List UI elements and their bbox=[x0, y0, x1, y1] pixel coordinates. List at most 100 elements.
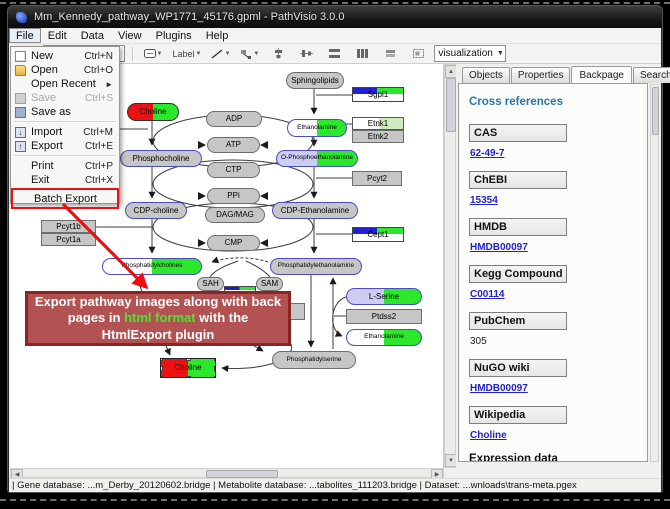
selection-handle[interactable] bbox=[160, 366, 163, 371]
stack-button[interactable] bbox=[378, 45, 402, 63]
file-menu-item-open-recent[interactable]: Open Recent► bbox=[11, 77, 119, 91]
pathway-node-sam[interactable]: SAM bbox=[256, 277, 283, 291]
sidepanel-scroll-thumb[interactable] bbox=[652, 87, 659, 135]
tab-objects[interactable]: Objects bbox=[462, 67, 510, 83]
menubar-item-view[interactable]: View bbox=[111, 28, 149, 43]
pathway-node-ptdss2[interactable]: Ptdss2 bbox=[346, 309, 422, 324]
tab-search[interactable]: Search bbox=[633, 67, 670, 83]
xref-value-link[interactable]: HMDB00097 bbox=[470, 383, 637, 394]
hscroll-thumb[interactable] bbox=[206, 470, 278, 478]
distribute-vertical-button[interactable] bbox=[350, 45, 374, 63]
line-tool-button[interactable]: ▼ bbox=[208, 45, 233, 63]
xref-value-link[interactable]: 15354 bbox=[470, 195, 637, 206]
node-label: Etnk1 bbox=[368, 120, 388, 128]
menubar-item-help[interactable]: Help bbox=[199, 28, 236, 43]
menubar-item-plugins[interactable]: Plugins bbox=[149, 28, 199, 43]
pathway-node-choline[interactable]: Choline bbox=[127, 103, 179, 121]
menu-item-label: New bbox=[31, 50, 79, 62]
node-label: CTP bbox=[226, 166, 242, 174]
title-bar[interactable]: Mm_Kennedy_pathway_WP1771_45176.gpml - P… bbox=[8, 6, 662, 28]
pathway-node-ethanolamine[interactable]: Ethanolamine bbox=[346, 329, 422, 346]
group-button[interactable] bbox=[406, 45, 430, 63]
selection-handle[interactable] bbox=[186, 376, 191, 378]
tab-properties[interactable]: Properties bbox=[511, 67, 571, 83]
selection-handle[interactable] bbox=[160, 358, 163, 361]
pathway-node-phosphatidylserine[interactable]: Phosphatidylserine bbox=[272, 351, 356, 369]
menubar-item-edit[interactable]: Edit bbox=[41, 28, 74, 43]
pathway-node-etnk2[interactable]: Etnk2 bbox=[352, 130, 404, 143]
canvas-vscrollbar[interactable]: ▲ ▼ bbox=[444, 64, 456, 468]
pathway-node-o-phosphoethanolamine[interactable]: O-Phosphoethanolamine bbox=[276, 150, 358, 167]
pathway-node-cdp-choline[interactable]: CDP-choline bbox=[125, 202, 187, 219]
datanode-tool-button[interactable]: ▼ bbox=[141, 45, 166, 63]
label-tool-button[interactable]: Label▼ bbox=[169, 45, 204, 63]
menu-item-shortcut: Ctrl+O bbox=[84, 65, 113, 76]
tab-backpage[interactable]: Backpage bbox=[571, 66, 631, 84]
xref-value-link[interactable]: Choline bbox=[470, 430, 637, 441]
status-text: | Gene database: ...m_Derby_20120602.bri… bbox=[12, 480, 577, 491]
menubar-item-data[interactable]: Data bbox=[74, 28, 111, 43]
pathway-node-cept1[interactable]: Cept1 bbox=[352, 227, 404, 242]
file-menu-item-save-as[interactable]: Save as bbox=[11, 105, 119, 119]
menubar-item-file[interactable]: File bbox=[9, 28, 41, 43]
node-label: CDP-choline bbox=[134, 207, 179, 215]
pathway-node-pcyt1b[interactable]: Pcyt1b bbox=[41, 220, 96, 233]
selection-handle[interactable] bbox=[186, 358, 191, 361]
selection-handle[interactable] bbox=[214, 358, 216, 361]
xref-value-link[interactable]: HMDB00097 bbox=[470, 242, 637, 253]
pathway-node-sah[interactable]: SAH bbox=[197, 277, 224, 291]
menu-item-label: Open bbox=[31, 64, 79, 76]
backpage-panel: Cross references CAS62-49-7ChEBI15354HMD… bbox=[458, 83, 648, 462]
canvas-hscrollbar[interactable]: ◀ ▶ bbox=[10, 468, 444, 478]
xref-value-link[interactable]: C00114 bbox=[470, 289, 637, 300]
menu-item-shortcut: Ctrl+P bbox=[85, 161, 113, 172]
selection-handle[interactable] bbox=[160, 376, 163, 378]
pathway-node-ctp[interactable]: CTP bbox=[207, 162, 260, 178]
pathway-node-ppi[interactable]: PPi bbox=[207, 188, 260, 204]
sidepanel-vscrollbar[interactable] bbox=[650, 84, 659, 462]
node-label: ATP bbox=[226, 141, 241, 149]
selection-handle[interactable] bbox=[214, 366, 216, 371]
file-menu-item-exit[interactable]: ExitCtrl+X bbox=[11, 173, 119, 187]
pathway-node-pcyt2[interactable]: Pcyt2 bbox=[352, 171, 402, 186]
pathway-node-adp[interactable]: ADP bbox=[206, 111, 262, 127]
pathway-node-atp[interactable]: ATP bbox=[207, 137, 260, 153]
node-label: Pcyt2 bbox=[367, 175, 387, 183]
file-menu-item-batch-export[interactable]: Batch Export bbox=[11, 188, 119, 209]
pathway-node-dag-mag[interactable]: DAG/MAG bbox=[205, 207, 265, 223]
node-label: Phosphatidylserine bbox=[287, 357, 342, 364]
pathway-node-phosphatidylcholines[interactable]: Phosphatidylcholines bbox=[102, 258, 202, 275]
file-menu-item-open[interactable]: Open Ctrl+O bbox=[11, 63, 119, 77]
distribute-horizontal-button[interactable] bbox=[322, 45, 346, 63]
align-middle-button[interactable] bbox=[294, 45, 318, 63]
align-center-button[interactable] bbox=[266, 45, 290, 63]
pathway-node-phosphocholine[interactable]: Phosphocholine bbox=[120, 150, 202, 167]
bottom-crop-dash bbox=[0, 499, 670, 501]
file-menu-item-print[interactable]: PrintCtrl+P bbox=[11, 159, 119, 173]
visualization-combobox[interactable]: visualization▼ bbox=[434, 45, 506, 62]
pathway-node-cdp-ethanolamine[interactable]: CDP-Ethanolamine bbox=[272, 202, 358, 219]
file-menu-item-export[interactable]: ↑ExportCtrl+E bbox=[11, 139, 119, 153]
selection-handle[interactable] bbox=[214, 376, 216, 378]
pathway-node-l-serine[interactable]: L-Serine bbox=[346, 288, 422, 305]
pathway-node-pcyt1a[interactable]: Pcyt1a bbox=[41, 233, 96, 246]
vscroll-thumb[interactable] bbox=[446, 78, 456, 132]
file-menu-item-save[interactable]: SaveCtrl+S bbox=[11, 91, 119, 105]
node-label: PPi bbox=[227, 192, 239, 200]
pathway-node-sphingolipids[interactable]: Sphingolipids bbox=[286, 72, 344, 89]
pathway-node-choline[interactable]: Choline bbox=[160, 358, 216, 378]
shape-tool-button[interactable]: ▼ bbox=[237, 45, 262, 63]
pathway-node-ethanolamine[interactable]: Ethanolamine bbox=[287, 119, 347, 137]
side-panel-tabs: ObjectsPropertiesBackpageSearchLegend bbox=[462, 66, 670, 83]
pathway-node-cmp[interactable]: CMP bbox=[207, 235, 260, 251]
pathway-node-etnk1[interactable]: Etnk1 bbox=[352, 117, 404, 130]
xref-title-kegg-compound: Kegg Compound bbox=[469, 265, 567, 283]
xref-title-nugo-wiki: NuGO wiki bbox=[469, 359, 567, 377]
xref-value-link[interactable]: 62-49-7 bbox=[470, 148, 637, 159]
file-menu-item-new[interactable]: NewCtrl+N bbox=[11, 49, 119, 63]
pathway-node-phosphatidylethanolamine[interactable]: Phosphatidylethanolamine bbox=[270, 258, 362, 275]
pathway-node-sgpl1[interactable]: Sgpl1 bbox=[352, 87, 404, 102]
cross-reference-sections: CAS62-49-7ChEBI15354HMDBHMDB00097Kegg Co… bbox=[469, 124, 637, 441]
node-label: Ptdss2 bbox=[372, 313, 396, 321]
file-menu-item-import[interactable]: ↓ImportCtrl+M bbox=[11, 125, 119, 139]
